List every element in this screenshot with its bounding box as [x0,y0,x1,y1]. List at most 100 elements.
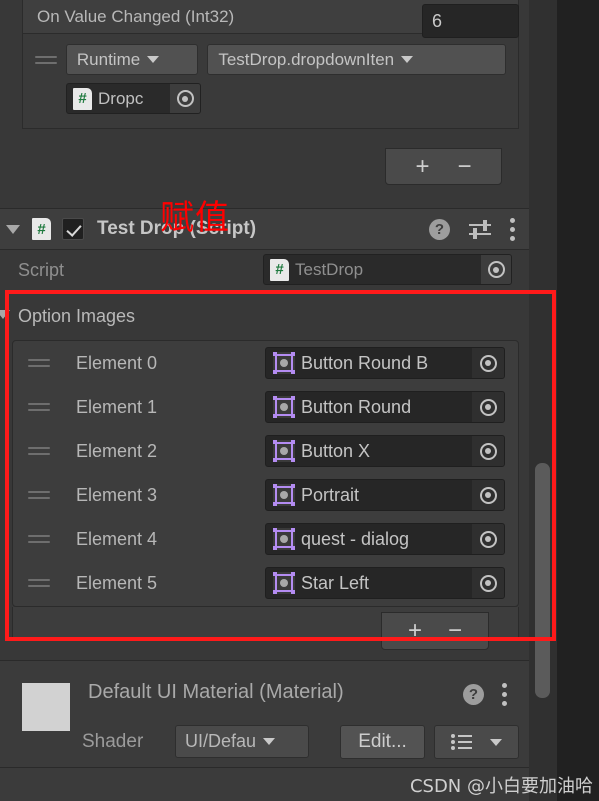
element-value: Button X [301,440,371,461]
list-item: Element 4 quest - dialog [13,517,518,561]
more-menu-icon[interactable] [510,217,515,241]
element-object-field[interactable]: Portrait [265,479,505,511]
array-foldout-triangle-icon[interactable] [0,310,10,319]
element-object-field[interactable]: Button Round [265,391,505,423]
element-value: Portrait [301,484,360,505]
drag-handle-icon[interactable] [28,356,50,370]
object-picker-button[interactable] [481,255,511,284]
script-property-row: Script # TestDrop [0,252,529,288]
foldout-triangle-icon[interactable] [6,224,20,234]
element-label: Element 4 [76,528,158,549]
help-icon[interactable]: ? [463,684,484,705]
element-label: Element 0 [76,352,158,373]
drag-handle-icon[interactable] [28,532,50,546]
sprite-icon [273,572,295,594]
edit-button-label: Edit... [358,731,407,752]
drag-handle-icon[interactable] [28,444,50,458]
list-item: Element 0 Button Round B [13,341,518,385]
array-size-input[interactable]: 6 [422,4,519,38]
drag-handle-icon[interactable] [28,488,50,502]
runtime-mode-dropdown[interactable]: Runtime [65,44,199,75]
element-value: Button Round B [301,352,429,373]
csharp-script-icon: # [73,87,92,110]
element-object-field[interactable]: Button Round B [265,347,505,379]
chevron-down-icon [147,56,160,63]
event-target-name: Dropc [98,88,144,108]
component-enabled-checkbox[interactable] [62,218,84,240]
element-object-field[interactable]: Star Left [265,567,505,599]
list-item: Element 5 Star Left [13,561,518,605]
watermark-label: CSDN @小白要加油哈 [409,776,593,797]
unity-inspector-panel: On Value Changed (Int32) Runtime TestDro… [0,0,599,801]
sprite-icon [273,440,295,462]
annotation-label: 赋值 [160,198,230,238]
material-section: Default UI Material (Material) ? Shader … [0,661,529,767]
event-target-object-field[interactable]: # Dropc [66,83,201,114]
vertical-scrollbar-thumb[interactable] [535,463,550,698]
object-picker-button[interactable] [472,348,504,378]
help-icon[interactable]: ? [429,218,450,240]
material-view-mode-button[interactable] [434,725,519,759]
method-dropdown[interactable]: TestDrop.dropdownIten [207,44,506,75]
array-size-value: 6 [432,10,443,31]
runtime-mode-label: Runtime [76,49,141,69]
target-icon [176,90,194,107]
sprite-icon [273,484,295,506]
element-label: Element 1 [76,396,158,417]
chevron-down-icon [401,56,414,63]
object-picker-button[interactable] [472,480,504,510]
shader-value: UI/Defau [185,731,257,751]
list-item: Element 2 Button X [13,429,518,473]
add-event-button[interactable]: + [415,154,429,179]
list-item: Element 3 Portrait [13,473,518,517]
element-label: Element 2 [76,440,158,461]
script-object-field[interactable]: # TestDrop [263,254,512,285]
target-icon [487,261,505,278]
element-label: Element 5 [76,572,158,593]
edit-shader-button[interactable]: Edit... [340,725,425,759]
element-object-field[interactable]: quest - dialog [265,523,505,555]
element-label: Element 3 [76,484,158,505]
target-icon [479,354,497,372]
material-preview-swatch [22,683,70,731]
object-picker-button[interactable] [170,84,200,113]
object-picker-button[interactable] [472,392,504,422]
more-menu-icon[interactable] [502,683,507,706]
csharp-script-icon: # [270,258,289,281]
shader-dropdown[interactable]: UI/Defau [175,725,309,758]
sprite-icon [273,528,295,550]
sprite-icon [273,352,295,374]
target-icon [479,486,497,504]
drag-handle-icon[interactable] [35,53,57,67]
remove-element-button[interactable]: − [448,619,462,643]
on-value-changed-body: Runtime TestDrop.dropdownIten # Dropc [22,34,519,129]
component-header[interactable]: # Test Drop (Script) ? [0,208,529,250]
object-picker-button[interactable] [472,524,504,554]
option-images-label: Option Images [18,305,136,326]
remove-event-button[interactable]: − [458,154,472,179]
script-object-name: TestDrop [295,259,364,279]
chevron-down-icon [263,738,276,745]
sprite-icon [273,396,295,418]
event-add-remove-buttons: + − [385,148,502,185]
target-icon [479,398,497,416]
drag-handle-icon[interactable] [28,400,50,414]
element-value: Button Round [301,396,412,417]
object-picker-button[interactable] [472,436,504,466]
element-object-field[interactable]: Button X [265,435,505,467]
add-element-button[interactable]: + [408,619,422,643]
option-images-array-header: Option Images [0,296,529,336]
array-add-remove-buttons: + − [381,612,489,650]
preset-icon[interactable] [469,219,491,239]
drag-handle-icon[interactable] [28,576,50,590]
object-picker-button[interactable] [472,568,504,598]
target-icon [479,442,497,460]
event-entry-row: Runtime TestDrop.dropdownIten [35,44,506,75]
list-view-icon [451,734,473,750]
element-value: quest - dialog [301,528,410,549]
shader-label: Shader [82,731,144,752]
editor-background [557,0,599,801]
component-header-icons: ? [429,217,529,241]
script-property-label: Script [18,259,65,280]
list-item: Element 1 Button Round [13,385,518,429]
